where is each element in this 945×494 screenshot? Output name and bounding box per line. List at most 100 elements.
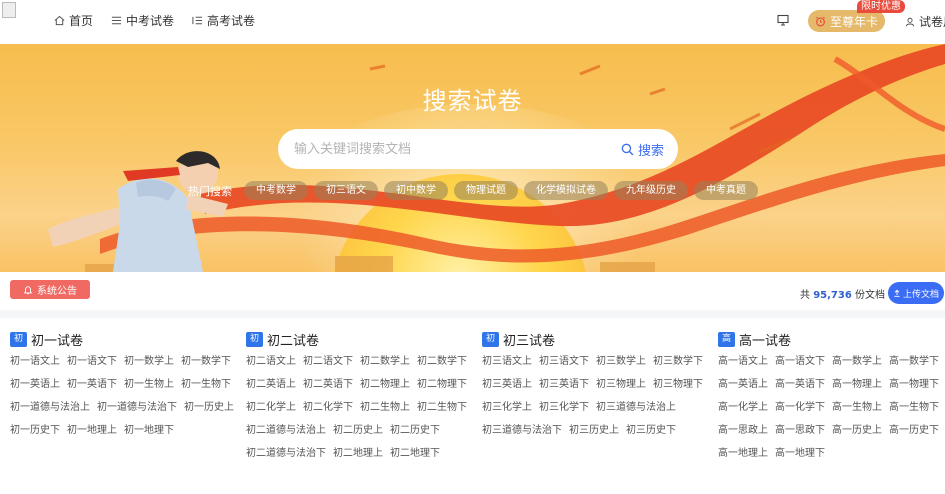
subject-link[interactable]: 初三数学上: [596, 350, 646, 373]
subject-link[interactable]: 初一道德与法治下: [97, 396, 177, 419]
hot-tag[interactable]: 中考数学: [244, 181, 308, 200]
vip-card-button[interactable]: 至尊年卡: [808, 10, 885, 32]
hot-tag[interactable]: 中考真题: [694, 181, 758, 200]
subject-link[interactable]: 初二物理下: [417, 373, 467, 396]
subject-link[interactable]: 初一地理上: [67, 419, 117, 442]
subject-link[interactable]: 初一历史上: [184, 396, 234, 419]
notice-bar: 系统公告 共 95,736 份文档 上传文档: [0, 272, 945, 310]
subject-link[interactable]: 初一英语上: [10, 373, 60, 396]
subject-link[interactable]: 初二历史下: [390, 419, 440, 442]
subject-link[interactable]: 高一英语上: [718, 373, 768, 396]
subject-link[interactable]: 高一生物上: [832, 396, 882, 419]
subject-link[interactable]: 初三语文上: [482, 350, 532, 373]
subject-link[interactable]: 高一历史上: [832, 419, 882, 442]
subject-link[interactable]: 初二生物下: [417, 396, 467, 419]
subject-link[interactable]: 高一数学上: [832, 350, 882, 373]
hot-tag[interactable]: 化学模拟试卷: [524, 181, 608, 200]
subject-link[interactable]: 初二数学下: [417, 350, 467, 373]
subject-link[interactable]: 初一语文上: [10, 350, 60, 373]
category-title[interactable]: 初二 初二试卷: [246, 330, 478, 359]
subject-link[interactable]: 高一思政上: [718, 419, 768, 442]
hot-tag[interactable]: 物理试题: [454, 181, 518, 200]
subject-link[interactable]: 初一生物上: [124, 373, 174, 396]
subject-link[interactable]: 初三道德与法治下: [482, 419, 562, 442]
subject-link[interactable]: 高一地理下: [775, 442, 825, 465]
logo-image-placeholder[interactable]: [2, 2, 16, 18]
subject-link[interactable]: 高一语文上: [718, 350, 768, 373]
subject-link[interactable]: 初一数学下: [181, 350, 231, 373]
user-link[interactable]: 试卷用户: [905, 13, 945, 30]
subject-link[interactable]: 初三物理下: [653, 373, 703, 396]
category-title[interactable]: 初一 初一试卷: [10, 330, 242, 359]
subject-link[interactable]: 初三历史下: [626, 419, 676, 442]
subject-link[interactable]: 初三历史上: [569, 419, 619, 442]
monitor-icon[interactable]: [777, 14, 789, 26]
subject-link[interactable]: 初一生物下: [181, 373, 231, 396]
subject-link[interactable]: 高一思政下: [775, 419, 825, 442]
search-box: 搜索: [278, 129, 678, 169]
subject-link[interactable]: 初三英语上: [482, 373, 532, 396]
subject-link[interactable]: 初三英语下: [539, 373, 589, 396]
subject-link[interactable]: 初二语文下: [303, 350, 353, 373]
subject-link[interactable]: 初二地理下: [390, 442, 440, 465]
subject-link[interactable]: 初二化学下: [303, 396, 353, 419]
subject-link[interactable]: 高一生物下: [889, 396, 939, 419]
search-button[interactable]: 搜索: [621, 140, 664, 159]
hot-tag[interactable]: 九年级历史: [614, 181, 688, 200]
subject-link[interactable]: 初一历史下: [10, 419, 60, 442]
search-button-label: 搜索: [637, 143, 664, 159]
nav-gaokao[interactable]: 高考试卷: [192, 12, 255, 29]
subject-link[interactable]: 高一数学下: [889, 350, 939, 373]
subject-link[interactable]: 高一英语下: [775, 373, 825, 396]
nav-home[interactable]: 首页: [54, 12, 93, 29]
subject-link[interactable]: 初三语文下: [539, 350, 589, 373]
subject-link[interactable]: 初二英语上: [246, 373, 296, 396]
subject-link[interactable]: 初三数学下: [653, 350, 703, 373]
nav-gaokao-label: 高考试卷: [207, 14, 256, 28]
subject-link[interactable]: 初二生物上: [360, 396, 410, 419]
upload-document-button[interactable]: 上传文档: [888, 282, 944, 304]
subject-link[interactable]: 初二语文上: [246, 350, 296, 373]
category-title-label: 初一试卷: [31, 333, 84, 349]
subject-link[interactable]: 初一英语下: [67, 373, 117, 396]
subject-link[interactable]: 初二化学上: [246, 396, 296, 419]
subject-link[interactable]: 初一道德与法治上: [10, 396, 90, 419]
subject-link[interactable]: 初三道德与法治上: [596, 396, 676, 419]
category-title[interactable]: 高一 高一试卷: [718, 330, 945, 359]
subject-link[interactable]: 高一化学下: [775, 396, 825, 419]
subject-link[interactable]: 初三化学上: [482, 396, 532, 419]
subject-link[interactable]: 初三化学下: [539, 396, 589, 419]
category-title[interactable]: 初三 初三试卷: [482, 330, 714, 359]
subject-link[interactable]: 高一化学上: [718, 396, 768, 419]
hot-tag[interactable]: 初三语文: [314, 181, 378, 200]
subject-link[interactable]: 高一物理下: [889, 373, 939, 396]
subject-link[interactable]: 初二历史上: [333, 419, 383, 442]
nav-zhongkao[interactable]: 中考试卷: [111, 12, 174, 29]
subject-link[interactable]: 初一语文下: [67, 350, 117, 373]
subject-link[interactable]: 初二物理上: [360, 373, 410, 396]
runner-illustration: [48, 151, 228, 272]
subject-link[interactable]: 初二地理上: [333, 442, 383, 465]
subject-link[interactable]: 初二英语下: [303, 373, 353, 396]
category-column-grade10: 高一 高一试卷 高一语文上 高一语文下 高一数学上 高一数学下 高一英语上 高一英语下 高一物理…: [718, 330, 945, 465]
subject-link-list: 初三语文上 初三语文下 初三数学上 初三数学下初三英语上 初三英语下 初三物理上 初三物理下…: [482, 350, 714, 442]
subject-link-list: 初一语文上 初一语文下 初一数学上 初一数学下初一英语上 初一英语下 初一生物上 初一生物下…: [10, 350, 242, 442]
search-input[interactable]: [294, 141, 621, 157]
subject-link[interactable]: 初三物理上: [596, 373, 646, 396]
subject-link[interactable]: 初二道德与法治下: [246, 442, 326, 465]
hot-tag[interactable]: 初中数学: [384, 181, 448, 200]
subject-link[interactable]: 高一地理上: [718, 442, 768, 465]
subject-link[interactable]: 初二数学上: [360, 350, 410, 373]
subject-link[interactable]: 初一地理下: [124, 419, 174, 442]
subject-link[interactable]: 初一数学上: [124, 350, 174, 373]
promo-badge: 限时优惠: [857, 0, 905, 13]
system-notice-button[interactable]: 系统公告: [10, 280, 90, 299]
subject-link[interactable]: 高一物理上: [832, 373, 882, 396]
subject-link[interactable]: 高一语文下: [775, 350, 825, 373]
vip-card-label: 至尊年卡: [829, 14, 878, 29]
subject-link[interactable]: 高一历史下: [889, 419, 939, 442]
hot-search-label: 热门搜索: [188, 184, 232, 198]
grade-badge-icon: 高一: [718, 331, 735, 359]
subject-link[interactable]: 初二道德与法治上: [246, 419, 326, 442]
category-column-grade9: 初三 初三试卷 初三语文上 初三语文下 初三数学上 初三数学下 初三英语上 初三英语下 初三物理…: [482, 330, 714, 442]
